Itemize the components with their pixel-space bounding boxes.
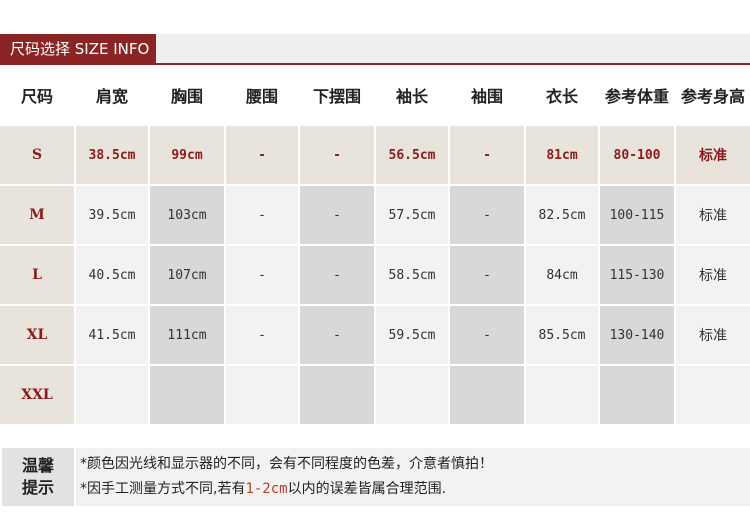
table-cell xyxy=(450,366,524,424)
tips-label-line2: 提示 xyxy=(21,478,54,497)
col-header: 尺码 xyxy=(20,87,53,106)
table-cell xyxy=(226,366,298,424)
table-cell: 81cm xyxy=(526,126,598,184)
table-cell: 57.5cm xyxy=(376,186,448,244)
table-cell: 80-100 xyxy=(600,126,674,184)
table-cell: 41.5cm xyxy=(76,306,148,364)
table-cell: 85.5cm xyxy=(526,306,598,364)
table-row: S 38.5cm 99cm - - 56.5cm - 81cm 80-100 标… xyxy=(0,126,750,184)
table-cell xyxy=(600,366,674,424)
table-cell: - xyxy=(300,186,374,244)
table-cell: 115-130 xyxy=(600,246,674,304)
col-header: 下摆围 xyxy=(312,87,361,106)
size-cell: M xyxy=(0,186,74,244)
table-cell: 58.5cm xyxy=(376,246,448,304)
table-row: XL 41.5cm 111cm - - 59.5cm - 85.5cm 130-… xyxy=(0,306,750,364)
table-cell: - xyxy=(226,126,298,184)
note2-highlight: 1-2cm xyxy=(245,481,288,497)
table-cell xyxy=(376,366,448,424)
section-title: 尺码选择 SIZE INFO xyxy=(0,34,156,64)
table-cell: 84cm xyxy=(526,246,598,304)
table-row: L 40.5cm 107cm - - 58.5cm - 84cm 115-130… xyxy=(0,246,750,304)
col-header: 胸围 xyxy=(170,87,203,106)
col-header: 衣长 xyxy=(545,87,578,106)
table-cell: - xyxy=(226,246,298,304)
table-cell xyxy=(526,366,598,424)
table-cell: 标准 xyxy=(676,306,750,364)
table-cell: - xyxy=(450,126,524,184)
table-cell: - xyxy=(226,186,298,244)
table-cell: 59.5cm xyxy=(376,306,448,364)
table-cell: - xyxy=(450,246,524,304)
table-cell: 107cm xyxy=(150,246,224,304)
table-cell: 38.5cm xyxy=(76,126,148,184)
tips-section: 温馨 提示 *颜色因光线和显示器的不同，会有不同程度的色差，介意者慎拍！ *因手… xyxy=(0,448,750,508)
size-cell: S xyxy=(0,126,74,184)
table-row: XXL xyxy=(0,366,750,424)
col-header: 肩宽 xyxy=(95,87,128,106)
table-cell: 100-115 xyxy=(600,186,674,244)
note2-suffix: 以内的误差皆属合理范围. xyxy=(287,481,447,497)
table-cell: - xyxy=(450,306,524,364)
tips-label: 温馨 提示 xyxy=(2,448,74,506)
size-cell: XL xyxy=(0,306,74,364)
table-cell xyxy=(676,366,750,424)
table-cell: 99cm xyxy=(150,126,224,184)
table-cell: 56.5cm xyxy=(376,126,448,184)
note2-prefix: *因手工测量方式不同,若有 xyxy=(80,481,246,497)
col-header: 腰围 xyxy=(245,87,278,106)
table-cell: 标准 xyxy=(676,186,750,244)
table-cell: 111cm xyxy=(150,306,224,364)
tips-body: *颜色因光线和显示器的不同，会有不同程度的色差，介意者慎拍！ *因手工测量方式不… xyxy=(76,448,750,506)
table-header-row: 尺码 肩宽 胸围 腰围 下摆围 袖长 袖围 衣长 参考体重 参考身高 xyxy=(0,66,750,124)
table-row: M 39.5cm 103cm - - 57.5cm - 82.5cm 100-1… xyxy=(0,186,750,244)
table-cell: - xyxy=(300,126,374,184)
col-header: 袖长 xyxy=(395,87,428,106)
table-cell xyxy=(76,366,148,424)
note-measurement: *因手工测量方式不同,若有1-2cm以内的误差皆属合理范围. xyxy=(80,478,446,498)
table-cell: 标准 xyxy=(676,126,750,184)
col-header: 袖围 xyxy=(470,87,503,106)
table-cell: 标准 xyxy=(676,246,750,304)
table-cell xyxy=(150,366,224,424)
col-header: 参考身高 xyxy=(680,87,745,106)
size-cell: L xyxy=(0,246,74,304)
size-cell: XXL xyxy=(0,366,74,424)
col-header: 参考体重 xyxy=(604,87,669,106)
table-cell: - xyxy=(300,246,374,304)
table-cell: - xyxy=(300,306,374,364)
table-cell: 103cm xyxy=(150,186,224,244)
table-cell: - xyxy=(226,306,298,364)
tips-label-line1: 温馨 xyxy=(21,456,54,475)
header-divider xyxy=(0,63,750,65)
table-cell: - xyxy=(450,186,524,244)
table-cell: 39.5cm xyxy=(76,186,148,244)
note-color-difference: *颜色因光线和显示器的不同，会有不同程度的色差，介意者慎拍！ xyxy=(80,456,493,472)
table-cell: 40.5cm xyxy=(76,246,148,304)
table-cell: 82.5cm xyxy=(526,186,598,244)
section-header: 尺码选择 SIZE INFO xyxy=(0,34,750,64)
table-cell: 130-140 xyxy=(600,306,674,364)
table-cell xyxy=(300,366,374,424)
